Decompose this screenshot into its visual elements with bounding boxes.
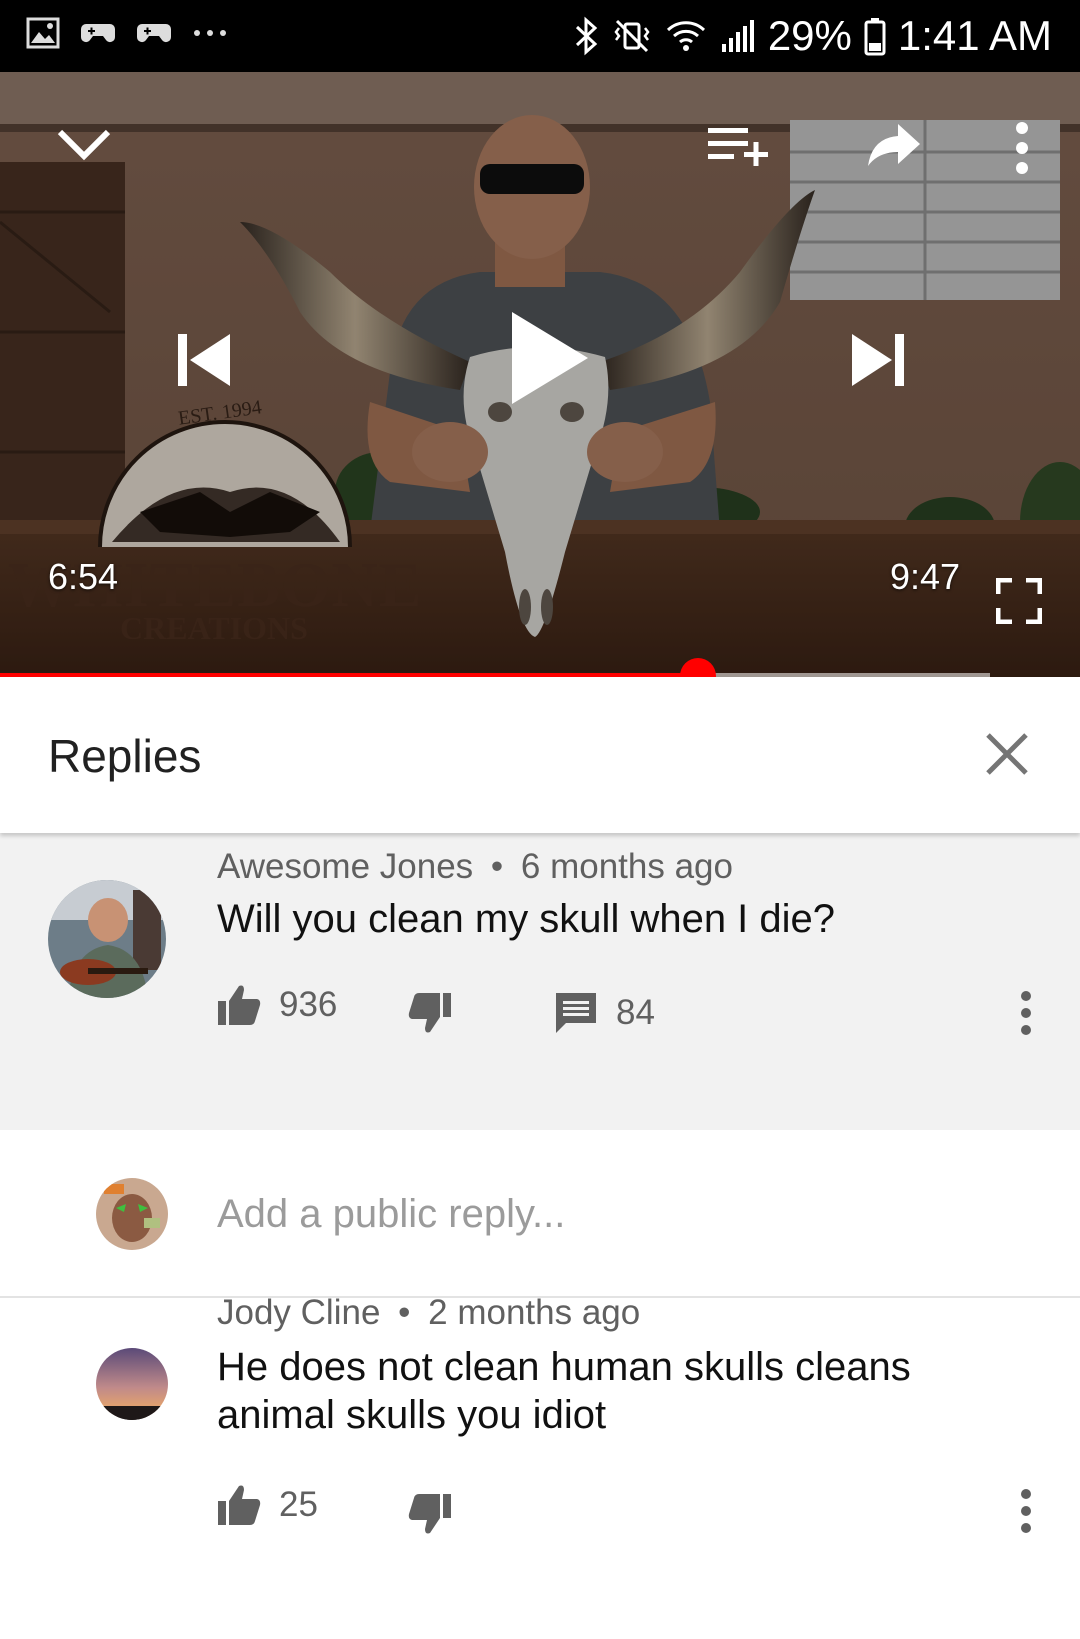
like-action[interactable]: 936 [217, 983, 337, 1027]
comment-icon[interactable] [554, 991, 598, 1035]
like-count: 25 [279, 1485, 318, 1524]
reply-count-action[interactable]: 84 [554, 991, 655, 1035]
reply-count: 84 [616, 993, 655, 1032]
status-left-icons [26, 16, 228, 50]
reply-comment: Jody Cline • 2 months ago He does not cl… [0, 1293, 1080, 1639]
more-vert-icon[interactable] [1014, 122, 1030, 174]
fullscreen-icon[interactable] [996, 578, 1042, 624]
meta-separator: • [490, 847, 504, 886]
reply-more-icon[interactable] [1020, 1489, 1032, 1533]
comment-text: Will you clean my skull when I die? [217, 897, 836, 941]
watermark-sub: CREATIONS [120, 610, 308, 646]
status-bar: 29% 1:41 AM [0, 0, 1080, 72]
wifi-icon [666, 21, 705, 51]
meta-separator: • [398, 1293, 411, 1332]
replies-title: Replies [48, 730, 202, 782]
gamepad-icon [137, 24, 171, 42]
dislike-action[interactable] [408, 991, 452, 1035]
vibrate-mute-icon [614, 19, 650, 53]
avatar [96, 1178, 168, 1250]
comment-age: 6 months ago [520, 847, 733, 886]
status-right: 29% 1:41 AM [574, 8, 1052, 64]
duration-time: 9:47 [890, 556, 961, 597]
next-icon[interactable] [848, 330, 908, 390]
reply-input[interactable]: Add a public reply... [217, 1192, 565, 1237]
gallery-icon [26, 17, 60, 49]
reply-age: 2 months ago [428, 1293, 641, 1332]
add-to-queue-icon[interactable] [706, 124, 770, 170]
play-icon[interactable] [508, 308, 592, 408]
thumbs-down-icon[interactable] [408, 1492, 452, 1536]
replies-header: Replies [0, 677, 1080, 833]
comment-more-icon[interactable] [1020, 991, 1032, 1035]
previous-icon[interactable] [174, 330, 234, 390]
thumbs-up-icon[interactable] [217, 983, 261, 1027]
add-reply-row[interactable]: Add a public reply... [0, 1130, 1080, 1298]
reply-author[interactable]: Jody Cline [217, 1293, 380, 1332]
clock: 1:41 AM [897, 12, 1052, 59]
gamepad-icon [81, 24, 115, 42]
like-action[interactable]: 25 [217, 1483, 318, 1527]
dislike-action[interactable] [408, 1492, 452, 1536]
more-horiz-icon [194, 30, 226, 36]
battery-icon [864, 18, 886, 56]
bluetooth-icon [575, 16, 598, 56]
signal-icon [721, 20, 754, 52]
like-count: 936 [279, 985, 338, 1024]
minimize-chevron-icon[interactable] [56, 124, 112, 164]
avatar[interactable] [48, 880, 166, 998]
battery-percentage: 29% [767, 12, 852, 59]
reply-meta: Jody Cline • 2 months ago [217, 1293, 640, 1333]
avatar[interactable] [96, 1348, 168, 1420]
comment-meta: Awesome Jones • 6 months ago [217, 847, 733, 887]
reply-text: He does not clean human skulls cleans an… [217, 1345, 911, 1437]
elapsed-time: 6:54 [48, 556, 119, 597]
thumbs-up-icon[interactable] [217, 1483, 261, 1527]
parent-comment: Awesome Jones • 6 months ago Will you cl… [0, 833, 1080, 1130]
comment-author[interactable]: Awesome Jones [217, 847, 473, 886]
share-icon[interactable] [866, 122, 922, 168]
video-player[interactable]: EST. 1994 WHITEBONE CREATIONS 6:54 9:47 [0, 72, 1080, 677]
thumbs-down-icon[interactable] [408, 991, 452, 1035]
close-icon[interactable] [984, 731, 1030, 777]
